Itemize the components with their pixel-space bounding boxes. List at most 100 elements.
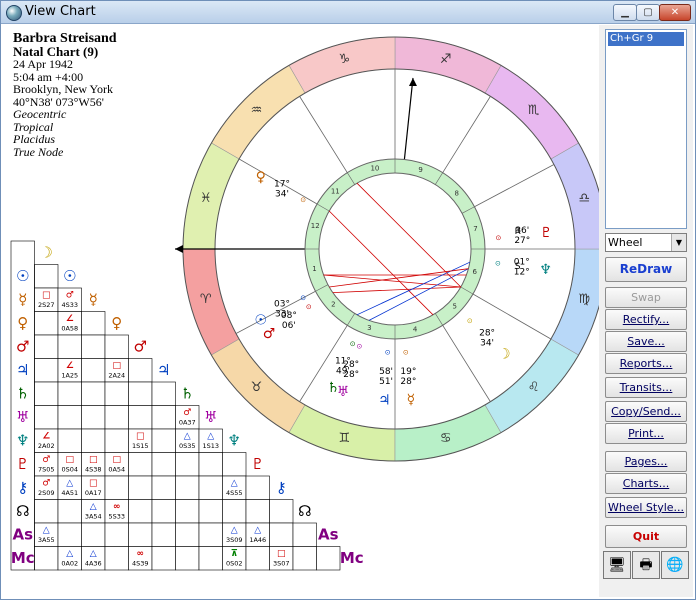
- printer-icon[interactable]: 🖶: [632, 551, 660, 579]
- aspect-orb: 4A36: [85, 560, 102, 568]
- aspect-grid-cell: [57, 381, 82, 406]
- close-button[interactable]: ✕: [659, 4, 691, 21]
- aspect-grid-cell: [104, 546, 129, 571]
- sign-glyph: ♐: [440, 52, 452, 67]
- transits-button[interactable]: Transits...: [605, 377, 687, 398]
- aspect-grid-cell: [151, 381, 176, 406]
- aspect-orb: 2A24: [108, 372, 125, 380]
- aspect-orb: 4S55: [226, 489, 243, 497]
- aspect-orb: 0S04: [61, 466, 78, 474]
- planet-sign-glyph: ⊙: [403, 348, 409, 356]
- planet-glyph: ♆: [539, 262, 552, 278]
- aspect-orb: 4S33: [61, 301, 78, 309]
- aspect-orb: 3A55: [38, 536, 55, 544]
- aspect-grid-cell: [81, 334, 106, 359]
- wheel-style-button[interactable]: Wheel Style...: [605, 497, 687, 518]
- aspect-grid-planet-diagonal: ♂: [134, 337, 147, 355]
- aspect-grid-cell: [198, 475, 223, 500]
- aspect-orb: 1S15: [132, 442, 149, 450]
- sign-glyph: ♏: [528, 103, 540, 118]
- aspect-grid-cell: [175, 522, 200, 547]
- aspect-grid-planet-diagonal: ♇: [251, 455, 264, 473]
- aspect-symbol: □: [65, 455, 74, 465]
- quit-button[interactable]: Quit: [605, 525, 687, 548]
- aspect-orb: 2A02: [38, 442, 55, 450]
- aspect-grid-cell: [104, 381, 129, 406]
- aspect-grid-cell: [151, 522, 176, 547]
- house-number: 11: [331, 187, 340, 195]
- aspect-grid-cell: [57, 522, 82, 547]
- planet-sign-glyph: ⊙: [300, 294, 306, 302]
- aspect-grid-planet-diagonal: ♃: [157, 361, 170, 379]
- aspect-grid-cell: [104, 522, 129, 547]
- maximize-button[interactable]: ▢: [636, 4, 660, 21]
- aspect-symbol: □: [112, 455, 121, 465]
- planet-sign-glyph: ⊙: [300, 196, 306, 204]
- aspect-grid-cell: [104, 405, 129, 430]
- aspect-grid-planet-diagonal: ☿: [89, 290, 98, 308]
- planet-degree: 19°: [400, 367, 416, 377]
- aspect-symbol: □: [136, 432, 145, 442]
- pages-button[interactable]: Pages...: [605, 451, 687, 472]
- chart-list[interactable]: Ch+Gr 9: [605, 29, 687, 229]
- aspect-symbol: ♂: [42, 455, 50, 465]
- aspect-grid-cell: [81, 381, 106, 406]
- planet-glyph: ♇: [540, 225, 553, 241]
- sign-glyph: ♓: [200, 191, 212, 206]
- aspect-symbol: ♂: [66, 291, 74, 301]
- save-button[interactable]: Save...: [605, 331, 687, 352]
- planet-degree: 08°: [281, 311, 297, 321]
- aspect-grid-cell: [104, 334, 129, 359]
- aspect-grid-cell: [292, 546, 317, 571]
- copy-send-button[interactable]: Copy/Send...: [605, 401, 687, 422]
- aspect-symbol: ⊼: [231, 549, 238, 559]
- aspect-orb: 0S35: [179, 442, 196, 450]
- aspect-grid-cell: [81, 405, 106, 430]
- reports-button[interactable]: Reports...: [605, 353, 687, 374]
- aspect-grid-planet-row: ♄: [16, 384, 29, 402]
- aspect-grid-cell: [175, 452, 200, 477]
- planet-degree: 17°: [274, 179, 290, 189]
- monitor-icon[interactable]: 🖥: [603, 551, 631, 579]
- swap-button[interactable]: Swap: [605, 287, 687, 308]
- aspect-grid-cell: [151, 546, 176, 571]
- aspect-orb: 0A58: [61, 325, 78, 333]
- minimize-button[interactable]: ▁: [613, 4, 637, 21]
- print-button[interactable]: Print...: [605, 423, 687, 444]
- aspect-grid-cell: [128, 381, 153, 406]
- globe-icon[interactable]: 🌐: [661, 551, 689, 579]
- planet-degree: 58': [379, 367, 393, 377]
- aspect-grid-cell: [269, 522, 294, 547]
- charts-button[interactable]: Charts...: [605, 473, 687, 494]
- aspect-grid-cell: [151, 405, 176, 430]
- planet-glyph: ☽: [498, 347, 511, 363]
- aspect-grid-planet-row: As: [12, 525, 33, 543]
- aspect-symbol: △: [184, 432, 191, 442]
- aspect-grid-planet-row: ☊: [16, 502, 29, 520]
- aspect-symbol: □: [277, 549, 286, 559]
- chart-list-item[interactable]: Ch+Gr 9: [608, 32, 684, 46]
- sign-glyph: ♒: [251, 103, 263, 118]
- house-number: 10: [370, 164, 379, 172]
- sign-glyph: ♋: [440, 431, 452, 446]
- planet-sign-glyph: ⊙: [495, 234, 501, 242]
- wheel-select[interactable]: Wheel ▼: [605, 233, 687, 252]
- aspect-symbol: ∞: [113, 502, 121, 512]
- aspect-symbol: △: [207, 432, 214, 442]
- aspect-grid-cell: [128, 475, 153, 500]
- rectify-button[interactable]: Rectify...: [605, 309, 687, 330]
- house-number: 2: [331, 301, 335, 309]
- aspect-grid-cell: [128, 522, 153, 547]
- aspect-orb: 3S07: [273, 560, 290, 568]
- aspect-grid-planet-diagonal: ♀: [111, 314, 122, 332]
- aspect-grid-cell: [198, 499, 223, 524]
- house-number: 3: [367, 324, 371, 332]
- aspect-symbol: ♂: [42, 479, 50, 489]
- redraw-button[interactable]: ReDraw: [605, 257, 687, 282]
- aspect-circle: [318, 172, 472, 326]
- chevron-down-icon[interactable]: ▼: [671, 234, 686, 251]
- planet-sign-glyph: ⊙: [467, 317, 473, 325]
- aspect-orb: 0A37: [179, 419, 196, 427]
- aspect-symbol: ∞: [137, 549, 145, 559]
- aspect-grid-cell: [151, 475, 176, 500]
